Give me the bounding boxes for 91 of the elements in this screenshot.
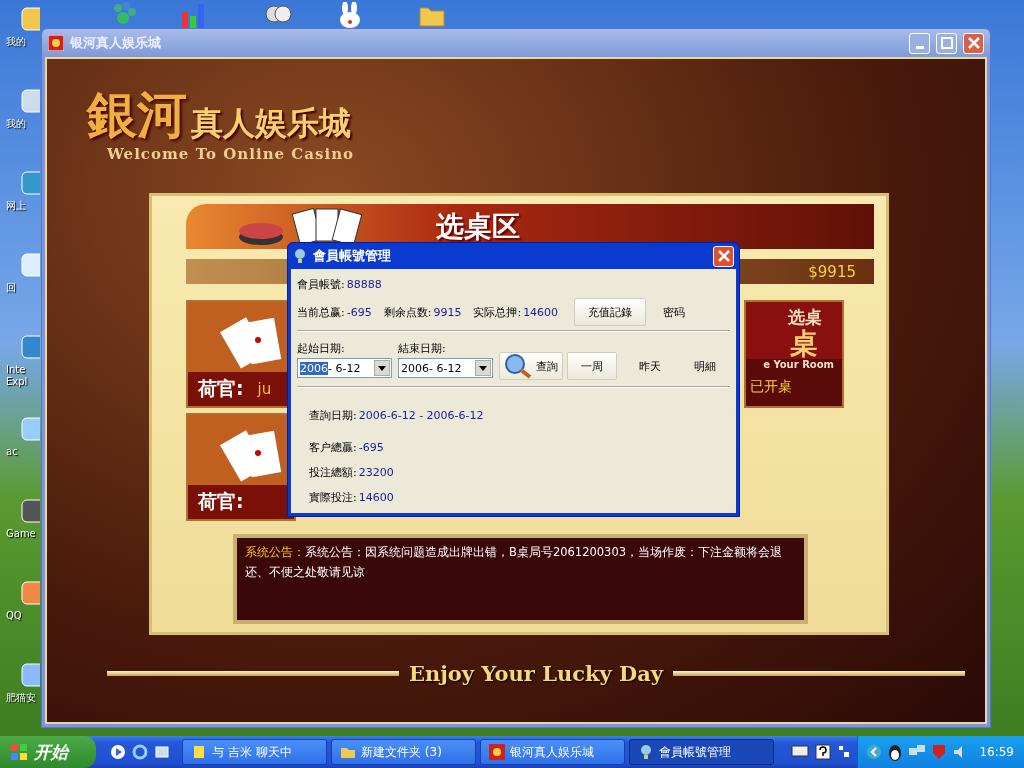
taskbar-button[interactable]: 會員帳號管理 — [629, 739, 774, 765]
icon-label: 肥猫安 — [6, 692, 37, 704]
window-title: 银河真人娱乐城 — [70, 34, 162, 52]
close-icon — [965, 35, 982, 51]
field-value: 14600 — [523, 305, 559, 319]
field-label: 当前总赢: — [297, 304, 345, 320]
dealer-label: 荷官: — [198, 489, 244, 514]
search-button[interactable]: 查詢 — [499, 352, 563, 380]
icon-label: Game — [6, 528, 37, 540]
field-label: 客户總贏: — [309, 439, 357, 455]
room-card[interactable]: 选桌 桌 e Your Room 已开桌 — [744, 300, 844, 408]
field-value: 2006-6-12 - 2006-6-12 — [358, 408, 484, 422]
search-icon — [504, 353, 532, 379]
clock: 16:59 — [979, 745, 1014, 759]
room-title: 选桌 — [788, 306, 823, 329]
taskbar-button[interactable]: 银河真人娱乐城 — [480, 739, 625, 765]
desktop-icon[interactable] — [20, 498, 40, 524]
icon-label: 网上 — [6, 200, 27, 212]
action-button[interactable]: 一周 — [567, 352, 618, 380]
dropdown-arrow-icon[interactable] — [378, 365, 386, 371]
desktop-icon[interactable] — [20, 6, 40, 32]
date-dropdown[interactable]: 2006- 6-12 — [398, 358, 493, 378]
field-label: 起始日期: — [297, 341, 346, 356]
field-value: 14600 — [358, 490, 394, 504]
field-value: 9915 — [433, 305, 462, 319]
field-value: 88888 — [346, 277, 382, 291]
desktop-icon[interactable] — [20, 334, 40, 360]
dialog-title: 會員帳號管理 — [313, 247, 392, 265]
logo-subtitle: Welcome To Online Casino — [107, 145, 356, 163]
maximize-button[interactable] — [936, 32, 957, 54]
start-button[interactable]: 开始 — [0, 736, 96, 768]
logo-title: 銀河 — [87, 87, 187, 143]
field-label: 會員帳號: — [297, 276, 345, 292]
media-player-icon[interactable] — [110, 744, 126, 760]
minimize-button[interactable] — [909, 32, 930, 54]
field-label: 实际总押: — [473, 304, 522, 320]
balance-amount: $9915 — [808, 262, 856, 281]
close-icon — [716, 249, 731, 263]
footer-slogan: Enjoy Your Lucky Day — [408, 661, 664, 686]
desktop-icon[interactable] — [20, 252, 40, 278]
field-value: 23200 — [358, 465, 394, 479]
desktop-icon[interactable] — [20, 88, 40, 114]
lightbulb-icon — [638, 744, 654, 760]
desktop-icon[interactable] — [20, 580, 40, 606]
dealer-label: 荷官: — [198, 376, 244, 401]
chevron-icon[interactable] — [866, 744, 883, 760]
desktop-icon[interactable] — [20, 416, 40, 442]
action-button[interactable]: 明細 — [679, 352, 730, 380]
section-title: 选桌区 — [436, 208, 520, 245]
action-button[interactable]: 密码 — [652, 298, 697, 326]
taskbar-button[interactable]: 与 吉米 聊天中 — [182, 739, 327, 765]
field-label: 投注總額: — [309, 464, 357, 480]
room-title: 桌 — [790, 329, 819, 359]
keyboard-icon[interactable] — [791, 744, 810, 758]
field-value: -695 — [346, 305, 372, 319]
dealer-name: ju — [257, 380, 272, 398]
desktop-icon[interactable] — [154, 744, 170, 760]
close-button[interactable] — [713, 245, 734, 267]
field-label: 結束日期: — [398, 341, 447, 356]
icon-label: ac — [6, 446, 19, 458]
app-icon — [48, 35, 64, 51]
field-value: -695 — [358, 440, 384, 454]
field-label: 查詢日期: — [309, 407, 357, 423]
icon-label: Inte Expl — [6, 364, 29, 388]
app-icon — [489, 744, 505, 760]
lightbulb-icon — [293, 248, 307, 264]
penguin-icon[interactable] — [887, 743, 904, 761]
field-label: 實際投注: — [309, 489, 357, 505]
room-status: 已开桌 — [746, 370, 842, 406]
table-card[interactable]: 荷官: — [186, 413, 296, 521]
minimize-icon — [915, 46, 924, 49]
dropdown-arrow-icon[interactable] — [479, 365, 487, 371]
action-button[interactable]: 昨天 — [625, 352, 676, 380]
date-dropdown[interactable]: 2006- 6-12 — [297, 358, 392, 378]
help-icon[interactable] — [815, 744, 832, 760]
room-caption: e Your Room — [746, 359, 842, 370]
windows-logo-icon — [10, 743, 28, 761]
icon-label: 我的 — [6, 118, 27, 130]
note-icon — [191, 744, 207, 760]
logo-title: 真人娱乐城 — [191, 103, 351, 143]
shield-icon[interactable] — [931, 744, 948, 760]
icon-label: 回 — [6, 282, 17, 294]
desktop-icon[interactable] — [20, 662, 40, 688]
icon-label: QQ — [6, 610, 23, 622]
notice-text: 系统公告：系统公告：因系统问题造成出牌出错，B桌局号2061200303，当场作废：下注金额将会退还、不便之处敬请见谅 — [245, 544, 784, 581]
close-button[interactable] — [963, 32, 984, 54]
icon-label: 我的 — [6, 36, 27, 48]
maximize-icon — [938, 35, 955, 51]
action-button[interactable]: 充值記錄 — [574, 298, 647, 326]
field-label: 剩余点数: — [383, 304, 432, 320]
taskbar-button[interactable]: 新建文件夹 (3) — [331, 739, 476, 765]
